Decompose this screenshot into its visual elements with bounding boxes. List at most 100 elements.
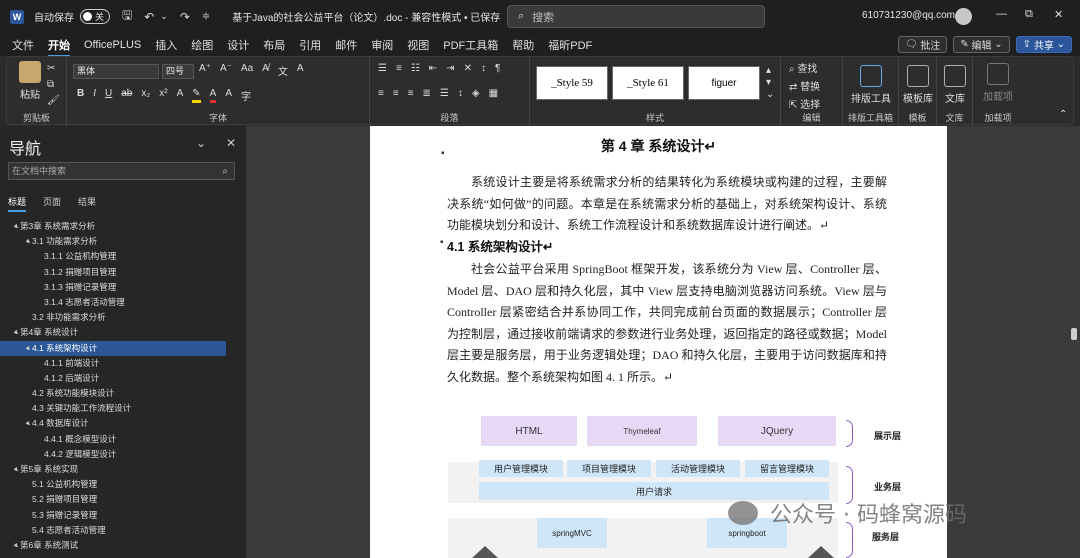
save-icon[interactable]: 🖫 xyxy=(122,6,132,27)
nav-item[interactable]: 3.1.4 志愿者活动管理 xyxy=(0,295,246,310)
line-spacing-icon[interactable]: ↕ xyxy=(458,88,463,99)
change-case-icon[interactable]: Aa xyxy=(241,63,253,78)
nav-item[interactable]: 3.1.1 公益机构管理 xyxy=(0,249,246,264)
nav-item[interactable]: ▲4.1 系统架构设计 xyxy=(0,340,226,356)
underline-icon[interactable]: U xyxy=(105,88,112,103)
nav-item[interactable]: 4.3 关键功能工作流程设计 xyxy=(0,401,246,416)
scrollbar-thumb[interactable] xyxy=(1071,328,1077,340)
library-button[interactable]: 文库 xyxy=(939,65,971,105)
close-window-icon[interactable]: ✕ xyxy=(1054,8,1063,21)
styles-scroll-up-icon[interactable]: ▴ xyxy=(766,65,771,76)
tab-review[interactable]: 审阅 xyxy=(371,37,393,53)
vertical-scrollbar[interactable] xyxy=(1071,130,1077,555)
align-left-icon[interactable]: ≡ xyxy=(378,88,384,99)
nav-tab-pages[interactable]: 页面 xyxy=(43,195,61,208)
nav-item[interactable]: ▲第6章 系统测试 xyxy=(0,538,246,553)
editing-mode-button[interactable]: ✎ 编辑 ⌄ xyxy=(953,36,1010,53)
phonetic-guide-icon[interactable]: 文 xyxy=(278,63,288,78)
superscript-icon[interactable]: x² xyxy=(159,88,167,103)
nav-item[interactable]: ▲第3章 系统需求分析 xyxy=(0,219,246,234)
comments-button[interactable]: 🗨 批注 xyxy=(897,36,948,53)
search-icon[interactable]: ⌕ xyxy=(222,164,228,180)
tab-design[interactable]: 设计 xyxy=(227,37,249,53)
font-name-select[interactable]: 黑体 xyxy=(73,64,159,79)
layout-tool-button[interactable]: 排版工具 xyxy=(847,65,895,105)
bold-icon[interactable]: B xyxy=(77,88,84,103)
nav-item[interactable]: 4.1.1 前端设计 xyxy=(0,356,246,371)
document-title[interactable]: 基于Java的社会公益平台（论文）.doc - 兼容性模式 • 已保存 xyxy=(232,9,500,24)
font-size-select[interactable]: 四号 xyxy=(162,64,194,79)
nav-item[interactable]: 5.4 志愿者活动管理 xyxy=(0,523,246,538)
text-effects-icon[interactable]: A xyxy=(177,88,184,103)
tab-references[interactable]: 引用 xyxy=(299,37,321,53)
nav-item[interactable]: 4.2 系统功能模块设计 xyxy=(0,386,246,401)
nav-tab-headings[interactable]: 标题 xyxy=(8,195,27,212)
nav-item[interactable]: 3.1.3 捐赠记录管理 xyxy=(0,280,246,295)
format-painter-icon[interactable]: 🖌 xyxy=(47,95,60,106)
numbering-icon[interactable]: ≡ xyxy=(396,63,402,74)
nav-search-input[interactable]: 在文档中搜索 ⌕ xyxy=(8,162,235,180)
align-right-icon[interactable]: ≡ xyxy=(408,88,414,99)
shading-icon[interactable]: ◈ xyxy=(472,88,480,99)
tab-draw[interactable]: 绘图 xyxy=(191,37,213,53)
justify-icon[interactable]: ≣ xyxy=(423,88,431,99)
find-button[interactable]: ⌕ 查找 xyxy=(789,60,817,75)
tab-help[interactable]: 帮助 xyxy=(512,37,534,53)
bullets-icon[interactable]: ☰ xyxy=(378,63,387,74)
tab-foxit-pdf[interactable]: 福昕PDF xyxy=(548,37,592,53)
tab-file[interactable]: 文件 xyxy=(12,37,34,53)
nav-item[interactable]: ▲3.1 功能需求分析 xyxy=(0,234,246,249)
clear-format-icon[interactable]: A̸ xyxy=(262,63,269,78)
cut-icon[interactable]: ✂ xyxy=(47,63,55,74)
tab-pdf-toolbox[interactable]: PDF工具箱 xyxy=(443,37,498,53)
tab-layout[interactable]: 布局 xyxy=(263,37,285,53)
undo-dropdown-icon[interactable]: ⌄ xyxy=(160,11,168,22)
distributed-icon[interactable]: ☰ xyxy=(440,88,449,99)
shrink-font-icon[interactable]: A⁻ xyxy=(220,63,232,78)
tab-mailings[interactable]: 邮件 xyxy=(335,37,357,53)
nav-item[interactable]: ▲4.4 数据库设计 xyxy=(0,416,246,431)
avatar[interactable] xyxy=(955,8,972,25)
tab-officeplus[interactable]: OfficePLUS xyxy=(84,39,141,51)
grow-font-icon[interactable]: A⁺ xyxy=(199,63,211,78)
font-color-icon[interactable]: A xyxy=(209,88,217,103)
paste-button[interactable]: 粘贴 xyxy=(15,61,45,101)
italic-icon[interactable]: I xyxy=(93,88,96,103)
subscript-icon[interactable]: x₂ xyxy=(141,88,150,103)
decrease-indent-icon[interactable]: ⇤ xyxy=(429,63,437,74)
nav-item[interactable]: 4.4.1 概念模型设计 xyxy=(0,432,246,447)
autosave-toggle[interactable]: 关 xyxy=(80,9,110,24)
style-59[interactable]: _Style 59 xyxy=(536,66,608,100)
borders-icon[interactable]: ▦ xyxy=(489,88,498,99)
nav-item[interactable]: 5.3 捐赠记录管理 xyxy=(0,508,246,523)
nav-tab-results[interactable]: 结果 xyxy=(78,195,96,208)
nav-close-icon[interactable]: ✕ xyxy=(226,136,236,150)
sort-icon[interactable]: ↕ xyxy=(481,63,486,74)
character-border-icon[interactable]: A xyxy=(297,63,304,78)
nav-options-chevron-icon[interactable]: ⌄ xyxy=(196,136,206,150)
copy-icon[interactable]: ⧉ xyxy=(47,79,54,90)
nav-item[interactable]: 4.4.2 逻辑模型设计 xyxy=(0,447,246,462)
nav-item[interactable]: 3.2 非功能需求分析 xyxy=(0,310,246,325)
nav-item[interactable]: 4.1.2 后端设计 xyxy=(0,371,246,386)
chinese-layout-icon[interactable]: ✕ xyxy=(464,63,472,74)
nav-item[interactable]: ▲第4章 系统设计 xyxy=(0,325,246,340)
strikethrough-icon[interactable]: ab xyxy=(121,88,132,103)
tab-home[interactable]: 开始 xyxy=(48,37,70,57)
styles-more-icon[interactable]: ⌄ xyxy=(766,89,774,100)
show-marks-icon[interactable]: ¶ xyxy=(495,63,500,74)
redo-icon[interactable]: ↷ xyxy=(180,10,190,24)
document-page[interactable]: 第 4 章 系统设计↵ ▪ 系统设计主要是将系统需求分析的结果转化为系统模块或构… xyxy=(370,126,947,558)
addin-button[interactable]: 加载项 xyxy=(979,63,1017,103)
style-figuer[interactable]: figuer xyxy=(688,66,760,100)
nav-item[interactable]: 5.1 公益机构管理 xyxy=(0,477,246,492)
nav-item[interactable]: ▲第5章 系统实现 xyxy=(0,462,246,477)
multilevel-list-icon[interactable]: ☷ xyxy=(411,63,420,74)
tab-view[interactable]: 视图 xyxy=(407,37,429,53)
template-button[interactable]: 模板库 xyxy=(901,65,935,105)
enclose-characters-icon[interactable]: 字 xyxy=(241,88,251,103)
collapse-ribbon-icon[interactable]: ⌃ xyxy=(1059,109,1067,120)
share-button[interactable]: ⇪ 共享 ⌄ xyxy=(1015,36,1072,53)
increase-indent-icon[interactable]: ⇥ xyxy=(446,63,454,74)
styles-scroll-down-icon[interactable]: ▾ xyxy=(766,77,771,88)
